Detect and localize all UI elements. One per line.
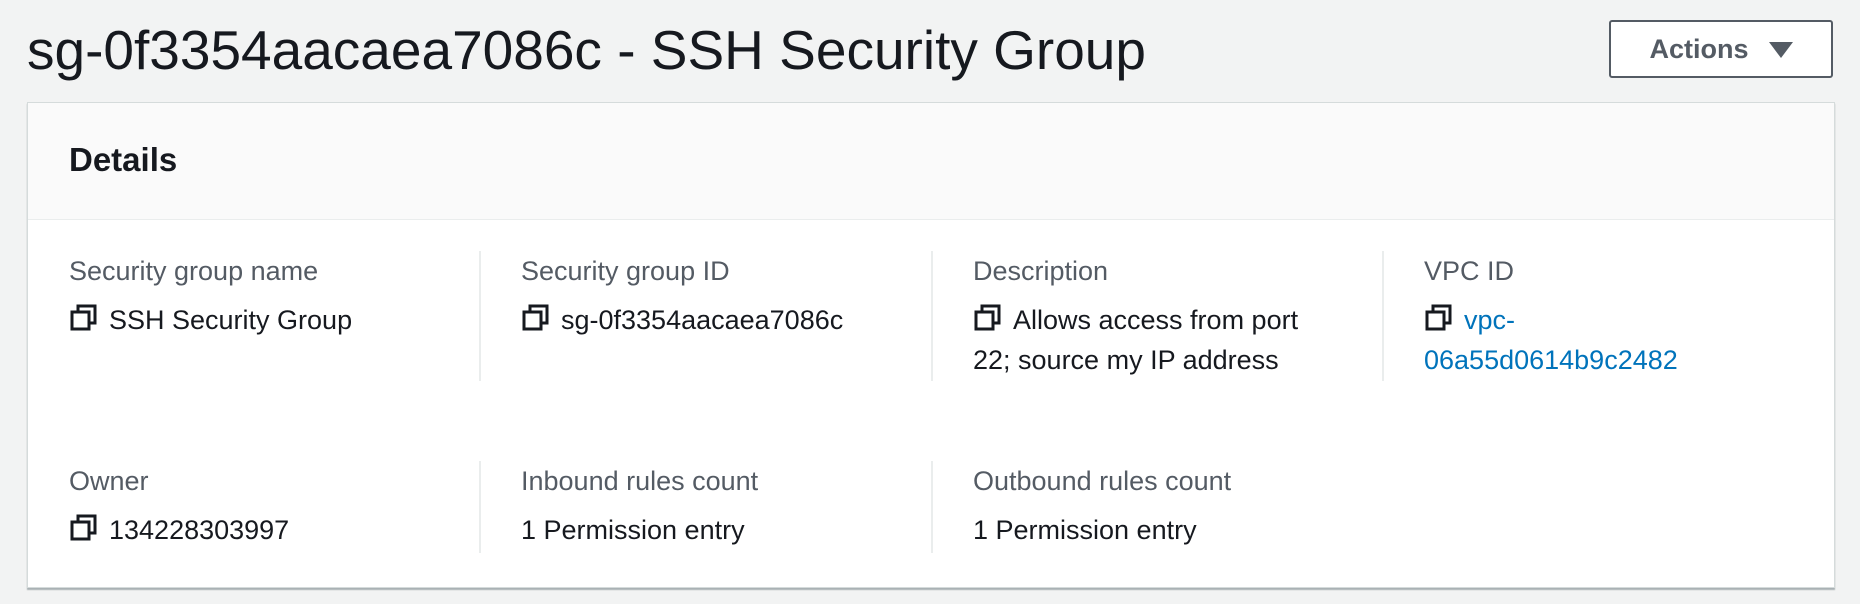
inbound-rules-count-value: 1 Permission entry (521, 515, 745, 545)
field-security-group-id: Security group ID sg-0f3354aacaea7086c (479, 251, 889, 381)
field-value: Allows access from port 22; source my IP… (973, 300, 1333, 380)
field-label: Security group ID (521, 256, 730, 286)
field-outbound-rules-count: Outbound rules count 1 Permission entry (931, 461, 1341, 553)
copy-icon[interactable] (973, 303, 1003, 333)
copy-icon[interactable] (69, 303, 99, 333)
actions-button[interactable]: Actions (1609, 20, 1833, 78)
field-label: Inbound rules count (521, 466, 759, 496)
caret-down-icon (1768, 42, 1793, 58)
field-label: VPC ID (1424, 256, 1515, 286)
field-label: Description (973, 256, 1109, 286)
vpc-id-line1: vpc- (1464, 305, 1516, 335)
copy-icon[interactable] (69, 513, 99, 543)
details-panel: Details Security group name SSH Security… (27, 102, 1835, 588)
security-group-id-value: sg-0f3354aacaea7086c (561, 305, 844, 335)
field-value: SSH Security Group (69, 300, 479, 340)
field-label: Owner (69, 466, 149, 496)
actions-button-label: Actions (1649, 33, 1749, 64)
security-group-name-value: SSH Security Group (109, 305, 353, 335)
vpc-id-line2: 06a55d0614b9c2482 (1424, 345, 1678, 375)
field-value: vpc- 06a55d0614b9c2482 (1424, 300, 1792, 380)
field-vpc-id: VPC ID vpc- 06a55d0614b9c2482 (1382, 251, 1792, 381)
details-title: Details (69, 141, 178, 178)
field-owner: Owner 134228303997 (69, 461, 479, 550)
vpc-id-link[interactable]: vpc- 06a55d0614b9c2482 (1424, 305, 1678, 375)
field-description: Description Allows access from port 22; … (931, 251, 1341, 381)
field-label: Security group name (69, 256, 319, 286)
field-security-group-name: Security group name SSH Security Group (69, 251, 479, 340)
description-value: Allows access from port 22; source my IP… (973, 305, 1299, 375)
copy-icon[interactable] (1424, 303, 1454, 333)
copy-icon[interactable] (521, 303, 551, 333)
owner-value: 134228303997 (109, 515, 290, 545)
field-inbound-rules-count: Inbound rules count 1 Permission entry (479, 461, 889, 553)
details-panel-header: Details (28, 103, 1834, 220)
outbound-rules-count-value: 1 Permission entry (973, 515, 1197, 545)
field-label: Outbound rules count (973, 466, 1232, 496)
page-title: sg-0f3354aacaea7086c - SSH Security Grou… (27, 19, 1146, 81)
field-value: 134228303997 (69, 510, 479, 550)
field-value: sg-0f3354aacaea7086c (521, 300, 889, 340)
